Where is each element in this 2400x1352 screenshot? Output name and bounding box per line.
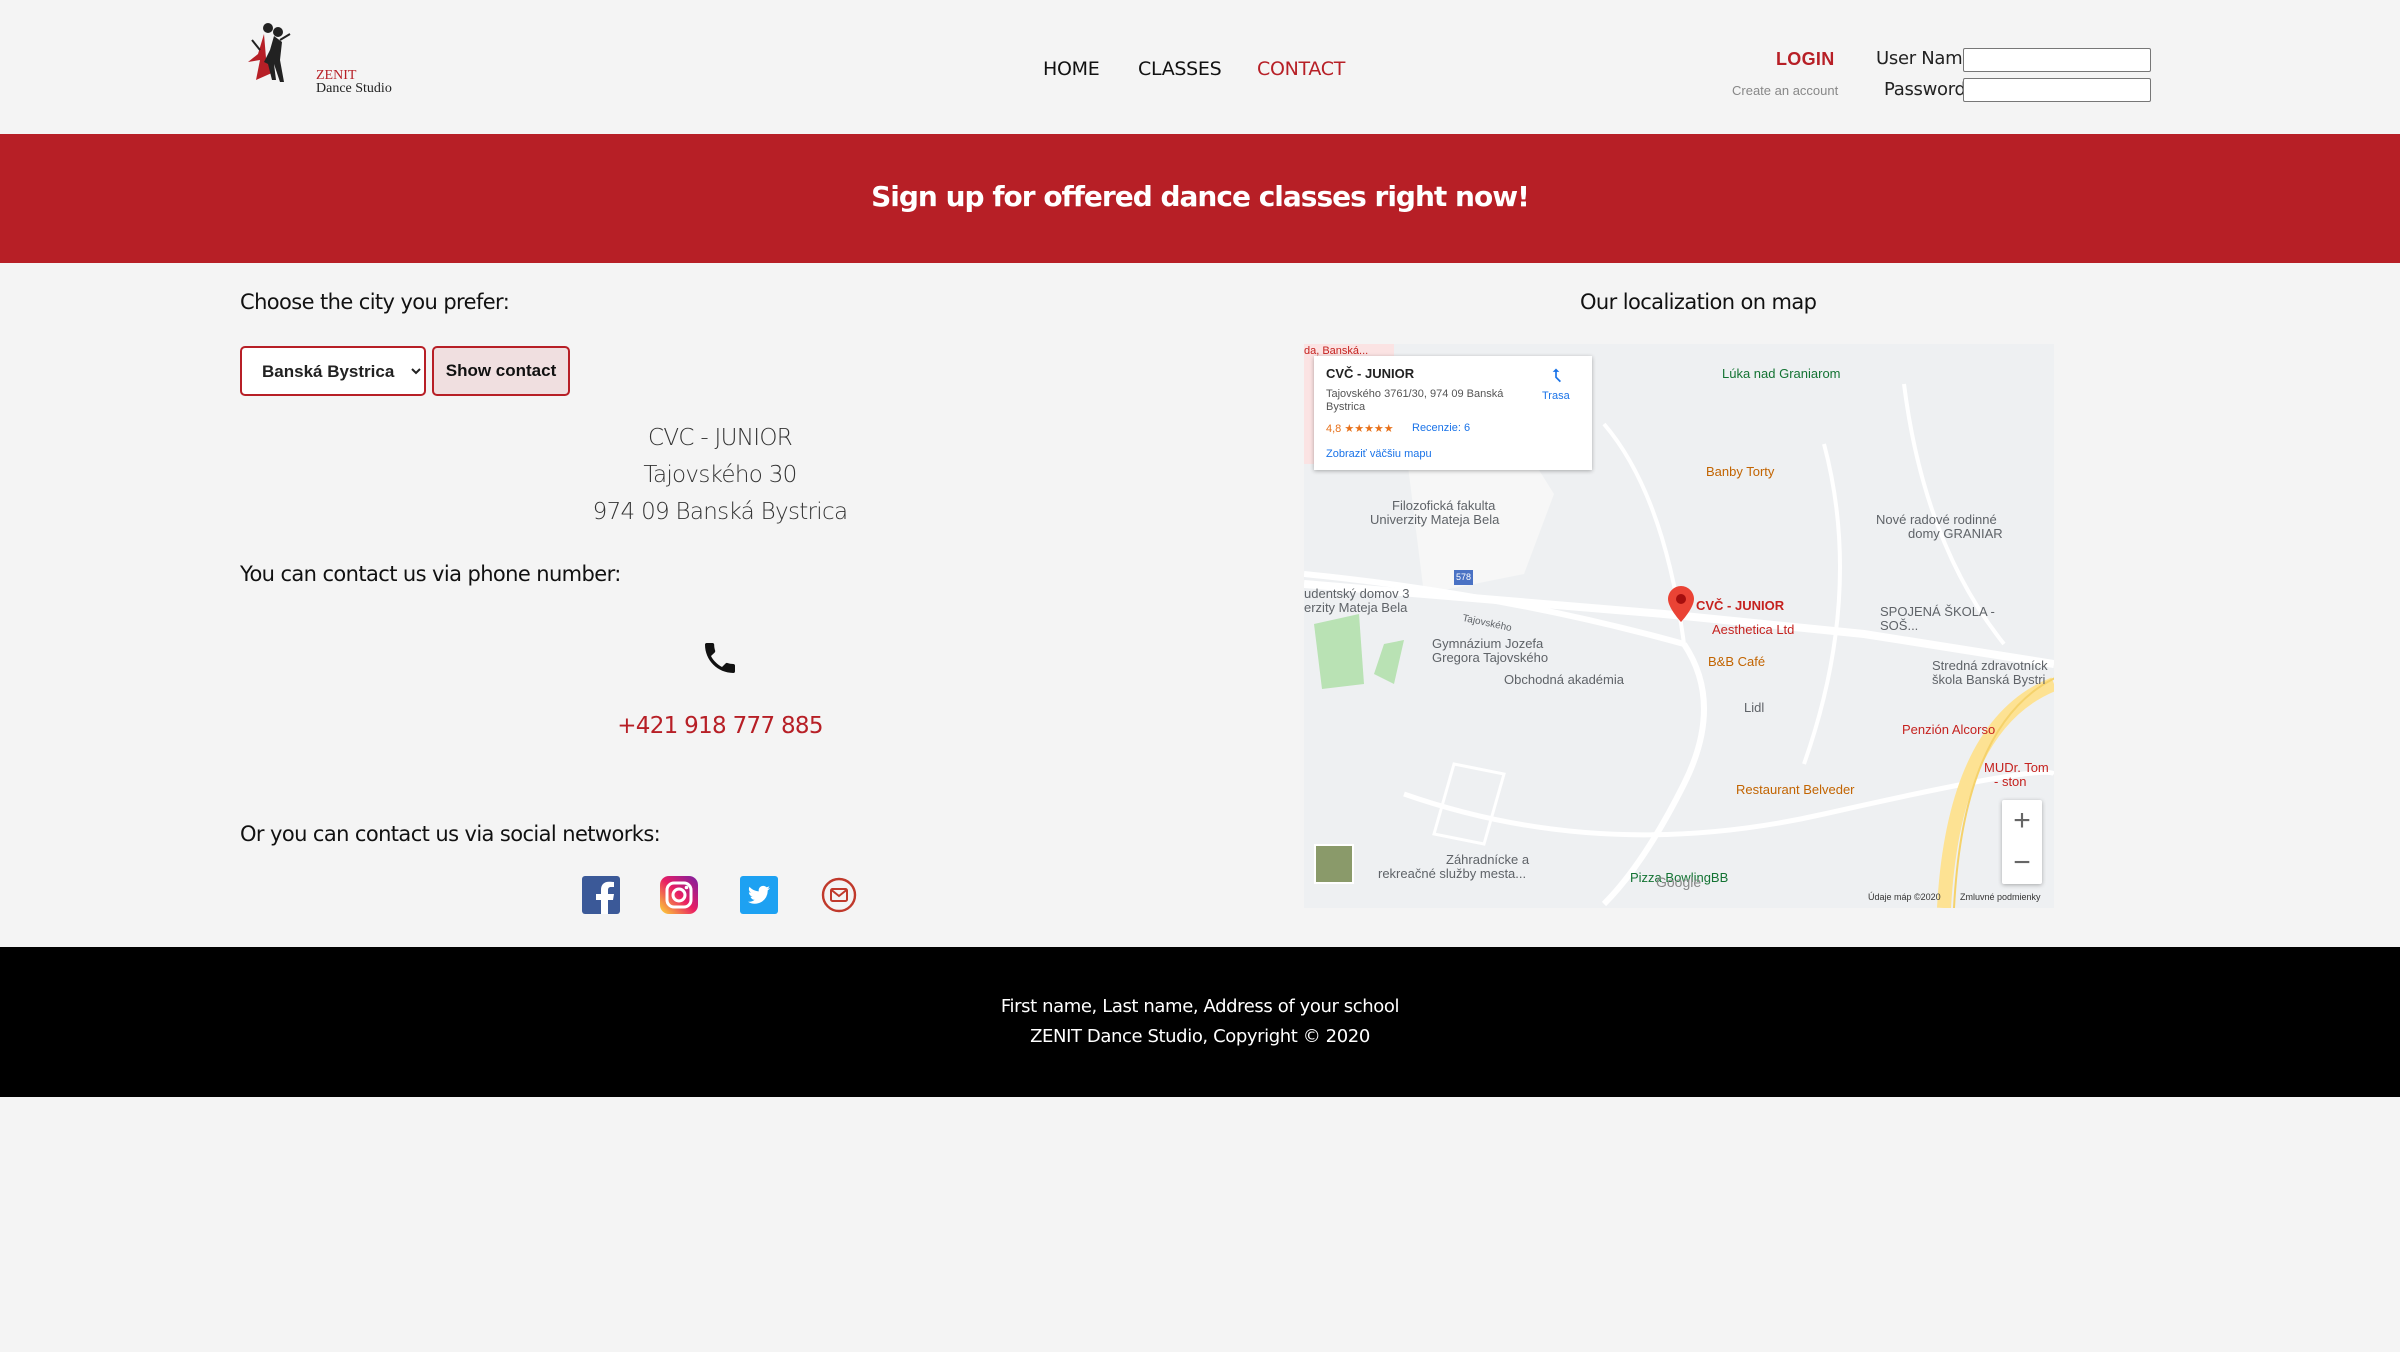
phone-icon [700,638,740,678]
place-reviews-link[interactable]: Recenzie: 6 [1412,422,1470,434]
road-number-badge: 578 [1454,570,1474,585]
map-label-nove-2: domy GRANIAR [1908,526,2003,541]
facebook-icon[interactable] [582,876,620,914]
banner-text: Sign up for offered dance classes right … [871,180,1530,213]
instagram-icon[interactable] [660,876,698,914]
bigger-map-link[interactable]: Zobraziť väčšiu mapu [1326,448,1432,460]
username-input[interactable] [1963,48,2151,72]
zoom-out-button[interactable]: − [2002,842,2042,884]
map-label-obchodna: Obchodná akadémia [1504,672,1624,687]
map-heading: Our localization on map [1580,290,1817,314]
address-line-street: Tajovského 30 [643,462,797,488]
nav-contact[interactable]: CONTACT [1257,58,1345,80]
place-info-card: CVČ - JUNIOR Tajovského 3761/30, 974 09 … [1314,356,1592,470]
phone-heading: You can contact us via phone number: [240,562,621,586]
map-label-stredna: Stredná zdravotníck [1932,658,2048,673]
google-logo: Google [1656,874,1702,890]
map-label-stredna-2: škola Banská Bystri [1932,672,2046,687]
map-label-gymnazium: Gymnázium Jozefa [1432,636,1544,651]
map-label-mudr: MUDr. Tom [1984,760,2049,775]
zoom-in-button[interactable]: + [2002,800,2042,842]
map-terms-link[interactable]: Zmluvné podmienky [1960,892,2041,902]
address-line-name: CVC - JUNIOR [647,425,793,451]
footer [0,947,2400,1097]
map-label-bb-cafe: B&B Café [1708,654,1766,669]
map-label-gymnazium-2: Gregora Tajovského [1432,650,1549,665]
map-label-banby: Banby Torty [1706,464,1775,479]
map-label-aesthetica: Aesthetica Ltd [1712,622,1795,637]
mail-icon[interactable] [820,876,858,914]
map-label-mudr-2: - ston [1994,774,2027,789]
map-label-zahradnicke: Záhradnícke a [1446,852,1530,867]
directions-icon[interactable] [1546,366,1566,386]
place-title: CVČ - JUNIOR [1326,366,1415,381]
create-account-link[interactable]: Create an account [1732,83,1838,98]
map-label-spojena-2: SOŠ... [1880,618,1919,633]
map-data-attribution: Údaje máp ©2020 [1868,892,1941,902]
map-label-zahradnicke-2: rekreačné služby mesta... [1378,866,1527,881]
map-label-luka: Lúka nad Graniarom [1722,366,1841,381]
map-label-studentsky: udentský domov 3 [1304,586,1410,601]
password-input[interactable] [1963,78,2151,102]
nav-home[interactable]: HOME [1043,58,1100,80]
city-heading: Choose the city you prefer: [240,290,510,314]
social-heading: Or you can contact us via social network… [240,822,661,846]
nav-classes[interactable]: CLASSES [1138,58,1222,80]
directions-link[interactable]: Trasa [1542,390,1570,402]
place-rating: 4,8 ★★★★★ [1326,423,1394,435]
embedded-map[interactable]: Lúka nad Graniarom Banby Torty Filozofic… [1304,344,2054,908]
phone-number-link[interactable]: +421 918 777 885 [520,713,920,739]
location-pin-icon[interactable] [1668,586,1694,622]
map-label-filozoficka: Filozofická fakulta [1392,498,1496,513]
city-select[interactable]: Banská Bystrica [240,346,426,396]
logo[interactable]: ZENIT Dance Studio [244,20,404,100]
username-label: User Name [1876,48,1974,69]
map-label-filozoficka-2: Univerzity Mateja Bela [1370,512,1500,527]
login-link[interactable]: LOGIN [1776,49,1835,70]
satellite-toggle[interactable] [1314,844,1354,884]
map-label-penzion: Penzión Alcorso [1902,722,1996,737]
map-label-nove: Nové radové rodinné [1876,512,1997,527]
map-label-spojena: SPOJENÁ ŠKOLA - [1880,604,1995,619]
footer-copyright: ZENIT Dance Studio, Copyright © 2020 [1030,1026,1370,1047]
place-address: Tajovského 3761/30, 974 09 Banská Bystri… [1326,388,1504,413]
zoom-controls: + − [2002,800,2042,884]
map-label-studentsky-2: erzity Mateja Bela [1304,600,1408,615]
map-label-cvc: CVČ - JUNIOR [1696,598,1785,613]
address-line-city: 974 09 Banská Bystrica [592,499,848,525]
logo-subtitle-text: Dance Studio [316,81,392,96]
show-contact-button[interactable]: Show contact [432,346,570,396]
twitter-icon[interactable] [740,876,778,914]
map-label-lidl: Lidl [1744,700,1765,715]
map-label-restaurant: Restaurant Belveder [1736,782,1855,797]
footer-address: First name, Last name, Address of your s… [1000,996,1400,1017]
password-label: Password [1884,79,1966,100]
